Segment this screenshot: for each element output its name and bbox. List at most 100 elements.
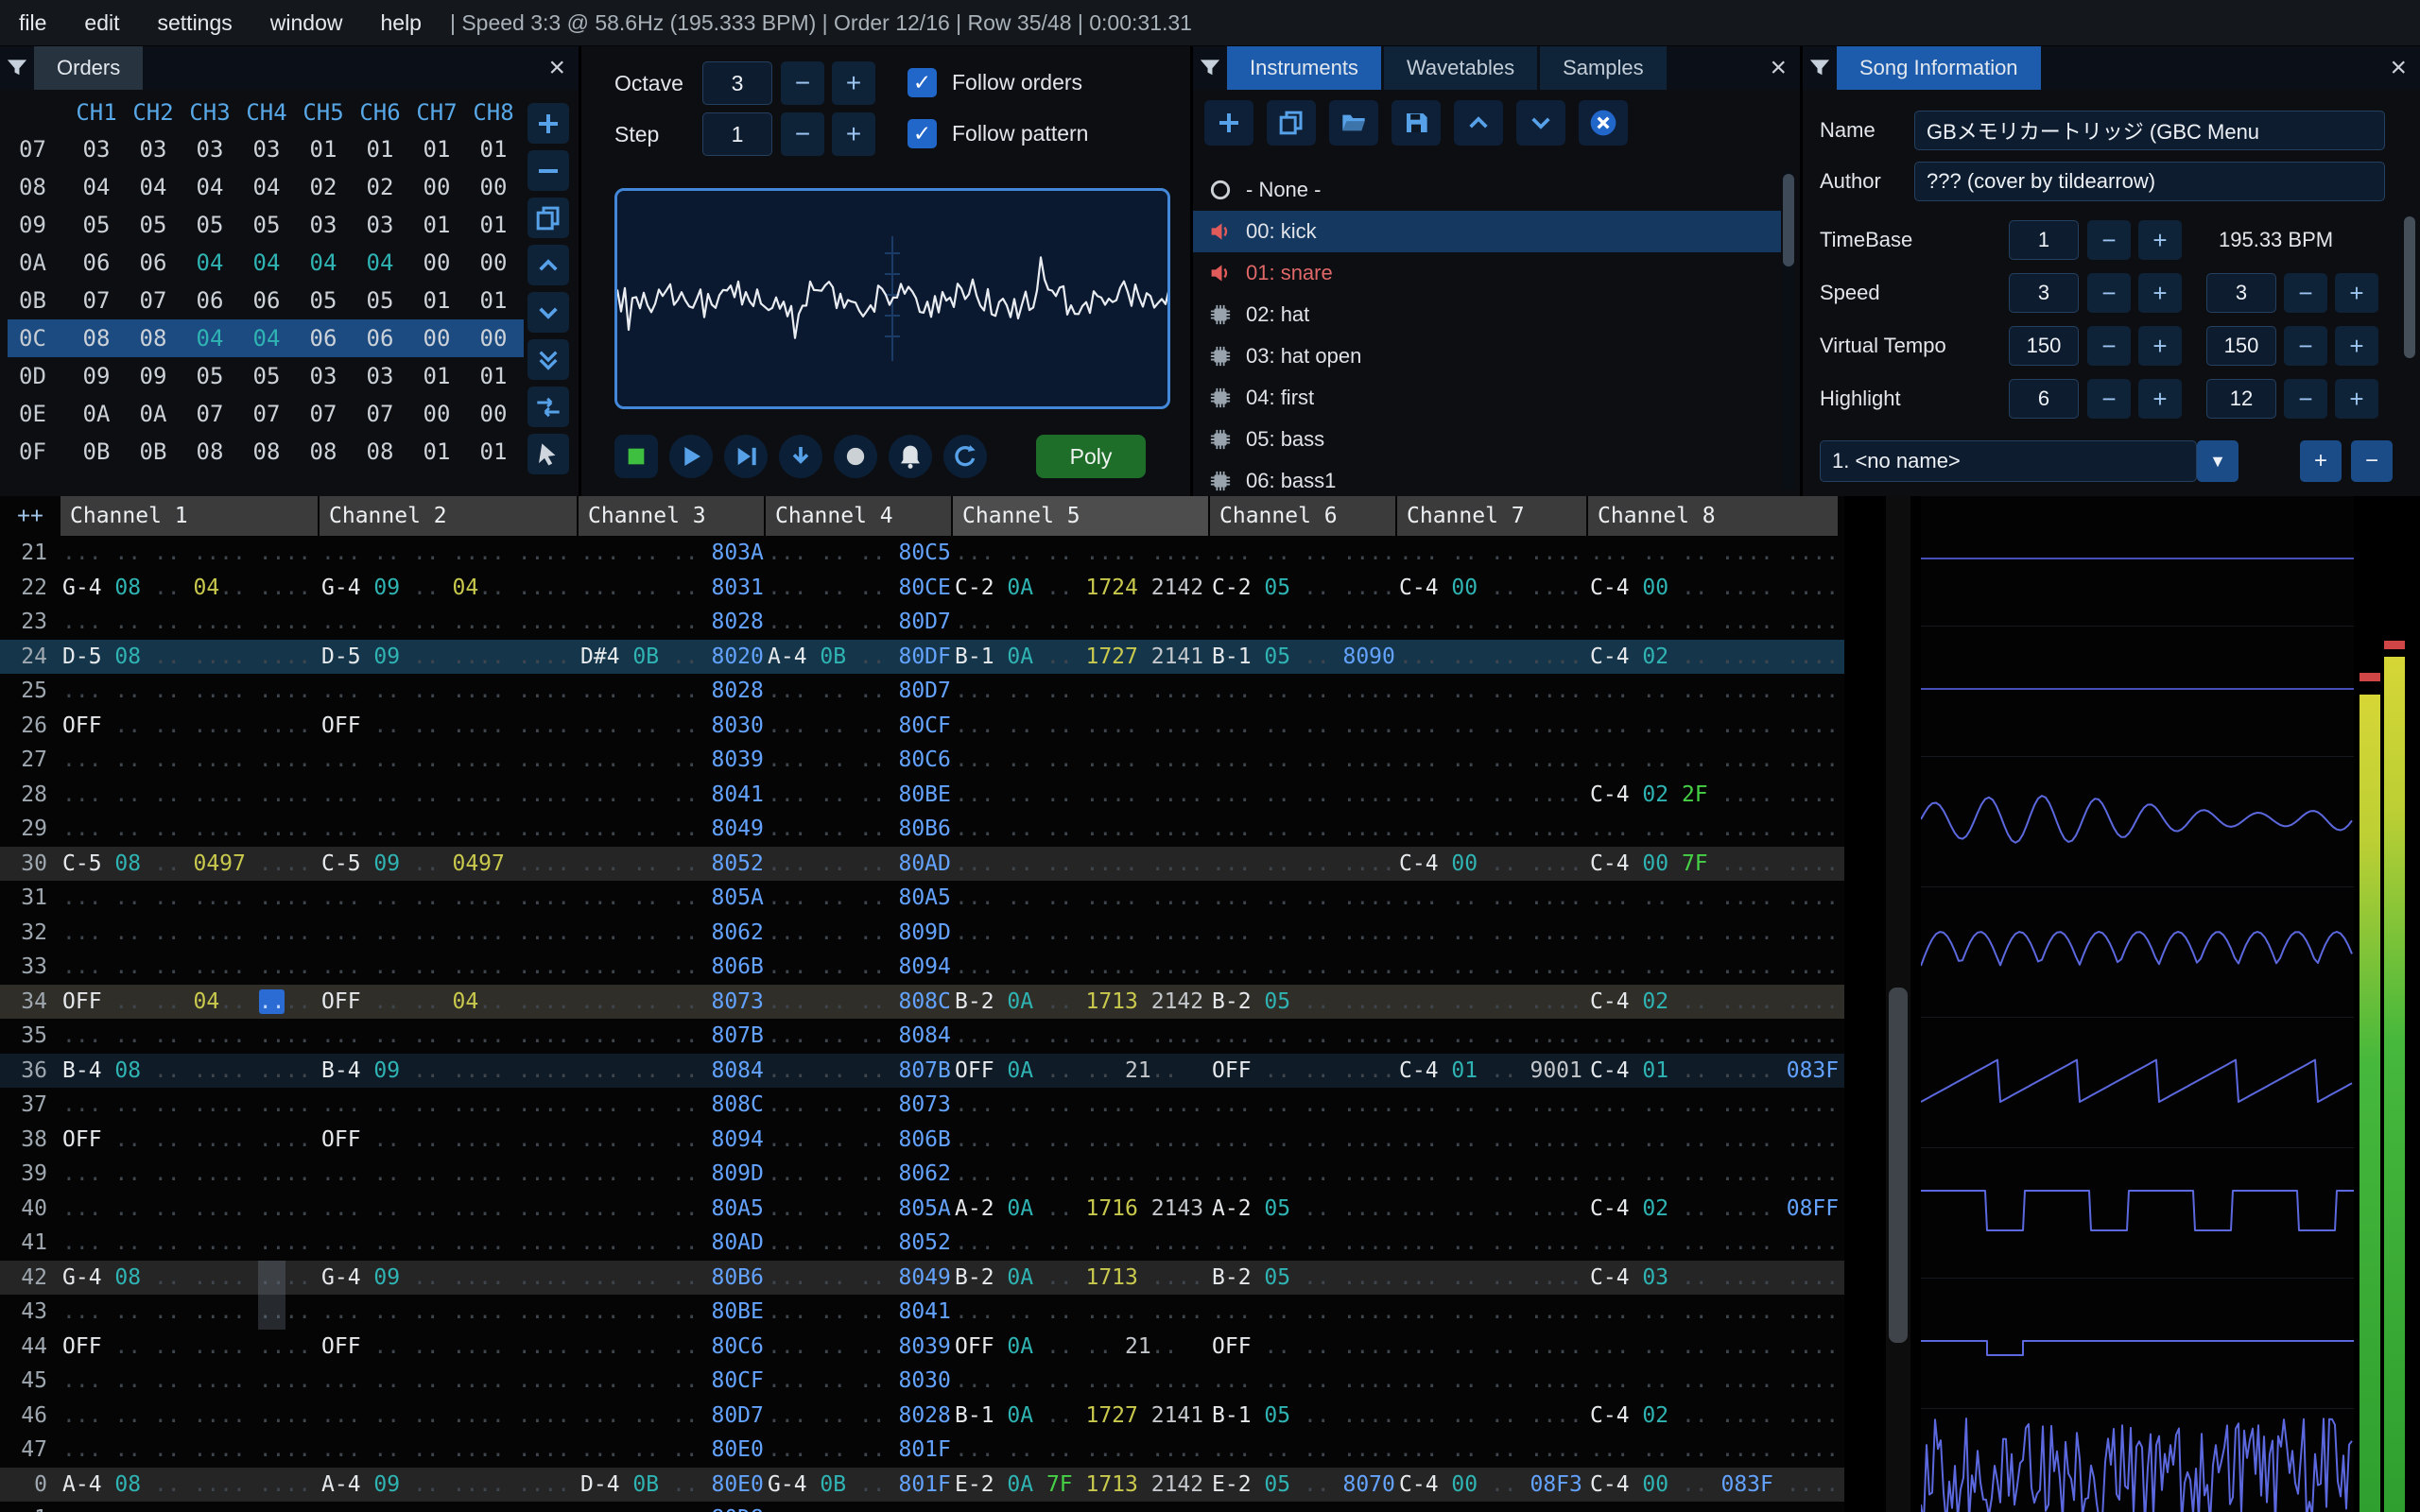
pattern-cell[interactable]: ... .. .. 8052 xyxy=(580,847,768,882)
close-icon[interactable]: × xyxy=(548,52,565,84)
order-cell[interactable]: 03 xyxy=(352,357,408,395)
instrument-item[interactable]: - None - xyxy=(1193,169,1781,211)
order-cell[interactable]: 08 xyxy=(295,433,352,471)
instrument-item[interactable]: 06: bass1 xyxy=(1193,460,1781,496)
highlight1-value[interactable]: 6 xyxy=(2009,379,2079,419)
pattern-cell[interactable]: ... .. .. 8073 xyxy=(768,1088,955,1123)
pattern-cell[interactable]: ... .. .. .... .... xyxy=(1590,950,1841,985)
pattern-cell[interactable]: ... .. .. 801F xyxy=(768,1433,955,1468)
subsong-dropdown-button[interactable]: ▼ xyxy=(2197,440,2238,482)
pattern-cell[interactable]: ... .. .. .... .... xyxy=(321,1157,580,1192)
order-cell[interactable]: 01 xyxy=(352,130,408,168)
speed2-increase-button[interactable]: + xyxy=(2335,273,2378,313)
move-down-button[interactable] xyxy=(1516,100,1565,146)
pattern-cell[interactable]: C-4 02 .. .... .... xyxy=(1590,1399,1841,1434)
move-to-bottom-button[interactable] xyxy=(527,339,569,380)
pattern-cell[interactable]: C-4 00 .. 08F3 xyxy=(1399,1468,1590,1503)
order-cell[interactable]: 0A xyxy=(125,395,182,433)
subsong-select[interactable]: 1. <no name> xyxy=(1820,440,2197,482)
order-cell[interactable]: 02 xyxy=(352,168,408,206)
pattern-cell[interactable]: ... .. .. .... xyxy=(1212,881,1399,916)
order-cell[interactable]: 08 xyxy=(125,319,182,357)
step-value[interactable]: 1 xyxy=(702,112,772,156)
pattern-cell[interactable]: C-4 00 .. .... .... xyxy=(1590,571,1841,606)
close-icon[interactable]: × xyxy=(2390,52,2407,84)
pattern-cell[interactable]: ... .. .. 8030 xyxy=(580,709,768,744)
pattern-cell[interactable]: ... .. .. .... xyxy=(1399,778,1590,813)
instrument-item[interactable]: 03: hat open xyxy=(1193,335,1781,377)
pattern-cell[interactable]: ... .. .. .... xyxy=(1212,1123,1399,1158)
pattern-cell[interactable]: ... .. .. 80C5 xyxy=(768,536,955,571)
octave-decrease-button[interactable]: − xyxy=(781,61,824,105)
order-cell[interactable]: 07 xyxy=(352,395,408,433)
tab-orders[interactable]: Orders xyxy=(34,46,143,90)
tab-samples[interactable]: Samples xyxy=(1540,46,1667,90)
pattern-cell[interactable]: ... .. .. .... .... xyxy=(955,1364,1212,1399)
order-cell[interactable]: 07 xyxy=(125,282,182,319)
pattern-cell[interactable]: ... .. .. .... .... xyxy=(62,1226,321,1261)
highlight2-decrease-button[interactable]: − xyxy=(2284,379,2327,419)
order-cell[interactable]: 00 xyxy=(408,168,465,206)
pattern-cell[interactable]: ... .. .. 80BE xyxy=(580,1295,768,1330)
pattern-cell[interactable]: ... .. .. .... .... xyxy=(955,709,1212,744)
pattern-cell[interactable]: ... .. .. 8094 xyxy=(580,1123,768,1158)
pattern-cell[interactable]: ... .. .. .... .... xyxy=(321,1192,580,1227)
pattern-cell[interactable]: ... .. .. .... xyxy=(1212,1157,1399,1192)
pattern-cell[interactable]: ... .. .. 80E0 xyxy=(580,1433,768,1468)
orders-row-0B[interactable]: 0B0707060605050101 xyxy=(8,282,524,319)
pattern-cell[interactable]: ... .. .. .... .... xyxy=(955,1295,1212,1330)
tab-song-information[interactable]: Song Information xyxy=(1837,46,2041,90)
channel-header-3[interactable]: Channel 3 xyxy=(579,496,764,536)
pattern-cell[interactable]: ... .. .. .... .... xyxy=(1590,709,1841,744)
pattern-cell[interactable]: ... .. .. 8049 xyxy=(768,1261,955,1296)
vtempo2-value[interactable]: 150 xyxy=(2206,326,2276,366)
orders-row-09[interactable]: 090505050503030101 xyxy=(8,206,524,244)
speed2-value[interactable]: 3 xyxy=(2206,273,2276,313)
orders-row-0A[interactable]: 0A0606040404040000 xyxy=(8,244,524,282)
metronome-button[interactable] xyxy=(889,435,932,478)
pattern-cell[interactable]: OFF .. .. 04.. .... xyxy=(321,985,580,1020)
pattern-cell[interactable]: ... .. .. .... .... xyxy=(62,916,321,951)
pattern-cell[interactable]: ... .. .. .... .... xyxy=(955,1088,1212,1123)
pattern-cell[interactable]: ... .. .. .... xyxy=(1399,1399,1590,1434)
follow-orders-checkbox[interactable]: ✓ xyxy=(908,68,937,97)
pattern-cell[interactable]: ... .. .. .... xyxy=(1399,1157,1590,1192)
filter-icon[interactable] xyxy=(0,56,34,80)
pattern-cell[interactable]: ... .. .. 807B xyxy=(768,1054,955,1089)
order-cell[interactable]: 08 xyxy=(352,433,408,471)
timebase-value[interactable]: 1 xyxy=(2009,220,2079,260)
orders-row-07[interactable]: 070303030301010101 xyxy=(8,130,524,168)
pattern-cell[interactable]: ... .. .. .... .... xyxy=(321,916,580,951)
play-button[interactable] xyxy=(669,435,713,478)
pattern-cell[interactable]: ... .. .. .... xyxy=(1399,950,1590,985)
pattern-cell[interactable]: ... .. .. .... xyxy=(1399,640,1590,675)
order-cell[interactable]: 02 xyxy=(295,168,352,206)
author-input[interactable]: ??? (cover by tildearrow) xyxy=(1914,162,2385,201)
pattern-cell[interactable]: C-4 02 .. .... 08FF xyxy=(1590,1192,1841,1227)
pattern-cell[interactable]: OFF .. .. .... .... xyxy=(321,1330,580,1365)
orders-row-0F[interactable]: 0F0B0B080808080101 xyxy=(8,433,524,471)
pattern-cell[interactable]: C-4 02 .. .... .... xyxy=(1590,985,1841,1020)
pattern-cell[interactable]: ... .. .. .... xyxy=(1399,1192,1590,1227)
instrument-item[interactable]: 04: first xyxy=(1193,377,1781,419)
pattern-cell[interactable]: ... .. .. .... .... xyxy=(955,1123,1212,1158)
song-name-input[interactable]: GBメモリカートリッジ (GBC Menu xyxy=(1914,111,2385,150)
channel-header-2[interactable]: Channel 2 xyxy=(320,496,577,536)
order-cell[interactable]: 04 xyxy=(238,319,295,357)
orders-row-0D[interactable]: 0D0909050503030101 xyxy=(8,357,524,395)
filter-icon[interactable] xyxy=(1803,56,1837,80)
pattern-cell[interactable]: ... .. .. .... .... xyxy=(955,743,1212,778)
pattern-cell[interactable]: B-1 0A .. 1727 2141 xyxy=(955,640,1212,675)
pattern-cell[interactable]: ... .. .. .... .... xyxy=(62,1088,321,1123)
pattern-cell[interactable]: ... .. .. .... xyxy=(1212,1295,1399,1330)
pattern-cell[interactable]: ... .. .. .... xyxy=(1399,881,1590,916)
pattern-cell[interactable]: ... .. .. 807B xyxy=(580,1019,768,1054)
pattern-cell[interactable]: OFF .. .. .... .... xyxy=(321,1123,580,1158)
pattern-cell[interactable]: ... .. .. .... xyxy=(1399,743,1590,778)
pattern-cell[interactable]: ... .. .. .... xyxy=(1399,1330,1590,1365)
pattern-cell[interactable]: D-5 09 .. .... .... xyxy=(321,640,580,675)
order-cell[interactable]: 03 xyxy=(295,206,352,244)
pattern-cell[interactable]: ... .. .. .... .... xyxy=(1590,916,1841,951)
pattern-cell[interactable]: OFF .. .. .... .... xyxy=(62,1123,321,1158)
pattern-cell[interactable]: B-2 0A .. 1713 2142 xyxy=(955,985,1212,1020)
